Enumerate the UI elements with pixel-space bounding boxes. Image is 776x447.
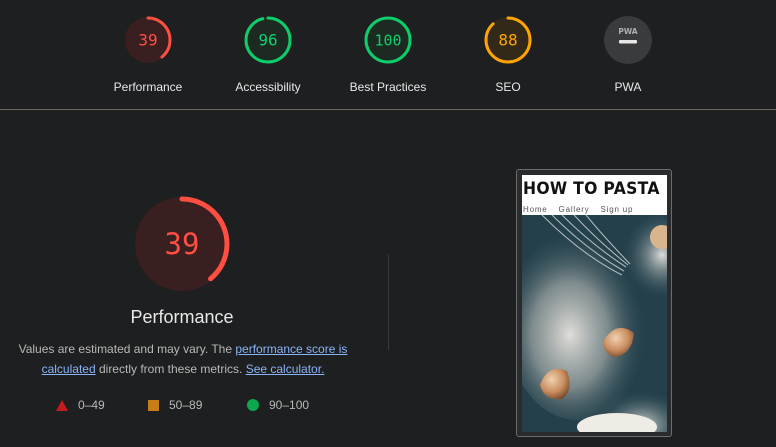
hero-photo xyxy=(522,215,667,432)
triangle-icon xyxy=(56,399,68,411)
circle-icon xyxy=(247,399,259,411)
gauge-performance-label: Performance xyxy=(113,80,183,94)
note-middle: directly from these metrics. xyxy=(95,362,246,376)
gauge-seo-ring: 88 xyxy=(484,16,532,64)
site-nav-signup: Sign up xyxy=(600,205,634,214)
legend-fail-label: 0–49 xyxy=(78,398,105,412)
gauge-pwa[interactable]: PWA PWA xyxy=(568,14,688,94)
pwa-icon: PWA xyxy=(604,16,652,64)
site-header: HOW TO PASTA Home Gallery Sign up xyxy=(522,175,667,215)
site-nav-home: Home xyxy=(523,205,548,214)
note-prefix: Values are estimated and may vary. The xyxy=(18,342,236,356)
performance-main-ring: 39 xyxy=(134,196,230,292)
square-icon xyxy=(148,399,159,411)
gauge-best-practices-ring: 100 xyxy=(364,16,412,64)
lighthouse-report: 39 Performance 96 Accessibility 100 Best… xyxy=(0,0,776,447)
site-nav: Home Gallery Sign up xyxy=(523,205,644,214)
performance-main-score: 39 xyxy=(165,227,200,261)
score-legend: 0–49 50–89 90–100 xyxy=(0,398,400,414)
gauge-accessibility[interactable]: 96 Accessibility xyxy=(208,14,328,94)
legend-pass: 90–100 xyxy=(247,398,309,412)
gauge-seo[interactable]: 88 SEO xyxy=(448,14,568,94)
pwa-badge-text: PWA xyxy=(618,27,637,36)
gauge-performance-ring: 39 xyxy=(124,16,172,64)
gauge-accessibility-score: 96 xyxy=(258,31,277,50)
screenshot-viewport: HOW TO PASTA Home Gallery Sign up xyxy=(522,175,667,432)
legend-fail: 0–49 xyxy=(56,398,105,412)
gauge-seo-score: 88 xyxy=(498,31,517,50)
final-screenshot[interactable]: HOW TO PASTA Home Gallery Sign up xyxy=(516,169,672,437)
score-gauges-row: 39 Performance 96 Accessibility 100 Best… xyxy=(0,0,776,110)
gauge-best-practices[interactable]: 100 Best Practices xyxy=(328,14,448,94)
gauge-performance[interactable]: 39 Performance xyxy=(88,14,208,94)
performance-title: Performance xyxy=(130,307,234,327)
header-divider xyxy=(0,109,776,110)
gauge-best-practices-score: 100 xyxy=(374,32,401,50)
gauge-accessibility-ring: 96 xyxy=(244,16,292,64)
site-nav-gallery: Gallery xyxy=(558,205,590,214)
gauge-accessibility-label: Accessibility xyxy=(235,80,301,94)
gauge-seo-label: SEO xyxy=(495,80,521,94)
gauge-best-practices-label: Best Practices xyxy=(349,80,427,94)
legend-pass-label: 90–100 xyxy=(269,398,310,412)
vertical-separator xyxy=(388,255,389,350)
score-note: Values are estimated and may vary. The p… xyxy=(2,339,364,379)
site-title: HOW TO PASTA xyxy=(523,179,660,199)
gauge-pwa-label: PWA xyxy=(614,80,642,94)
performance-main-gauge: 39 xyxy=(132,194,232,299)
legend-average: 50–89 xyxy=(148,398,202,412)
legend-average-label: 50–89 xyxy=(169,398,203,412)
gauge-performance-score: 39 xyxy=(138,31,157,50)
see-calculator-link[interactable]: See calculator. xyxy=(246,362,325,376)
